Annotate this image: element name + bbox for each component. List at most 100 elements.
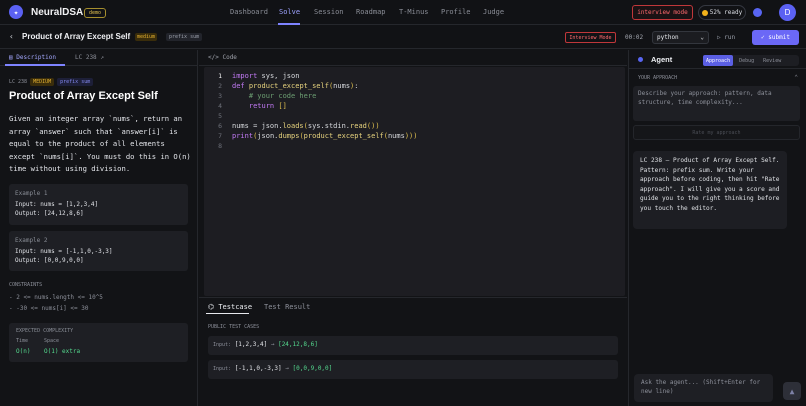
example-title: Example 2 — [15, 237, 48, 244]
tab-test-result[interactable]: Test Result — [264, 303, 310, 311]
submit-label: submit — [768, 34, 790, 41]
avatar[interactable]: D — [779, 4, 796, 21]
active-tab-indicator — [5, 64, 65, 66]
difficulty-badge: medium — [135, 33, 158, 41]
agent-title: Agent — [651, 55, 673, 64]
constraints-title: CONSTRAINTS — [9, 282, 43, 288]
theme-toggle[interactable] — [753, 8, 762, 17]
chat-input[interactable]: Ask the agent... (Shift+Enter for new li… — [634, 374, 773, 402]
problem-meta: LC 238 MEDIUM prefix sum — [9, 78, 94, 86]
problem-id: LC 238 — [9, 79, 28, 85]
problem-toolbar: ‹ Product of Array Except Self medium pr… — [0, 25, 806, 49]
nav-t-minus[interactable]: T-Minus — [399, 8, 429, 16]
code-line: return [] — [248, 102, 287, 110]
line-number: 5 — [218, 112, 222, 120]
check-icon: ✓ — [761, 34, 765, 41]
mode-review[interactable]: Review — [760, 55, 784, 66]
tab-testcase-label: Testcase — [218, 303, 253, 311]
tab-testcase[interactable]: ⌬ Testcase — [208, 303, 252, 311]
code-line: # your code here — [248, 92, 317, 100]
agent-mode-switch: Approach Debug Review — [703, 55, 799, 66]
line-number: 3 — [218, 92, 222, 100]
tab-lc-label: LC 238 — [75, 54, 97, 61]
case-label: Input: — [213, 366, 232, 372]
editor-header: </> Code — [199, 50, 627, 66]
test-case[interactable]: Input: [1,2,3,4] → [24,12,8,6] — [208, 336, 618, 355]
test-case[interactable]: Input: [-1,1,0,-3,3] → [0,0,9,0,0] — [208, 360, 618, 379]
code-line: print(json.dumps(product_except_self(num… — [232, 132, 418, 140]
example-output: Output: [24,12,8,6] — [15, 210, 84, 217]
play-icon: ▷ — [717, 34, 721, 41]
example-title: Example 1 — [15, 190, 48, 197]
demo-badge: demo — [84, 8, 107, 18]
example-input: Input: nums = [-1,1,0,-3,3] — [15, 248, 113, 255]
mode-approach[interactable]: Approach — [703, 55, 734, 66]
active-tab-indicator — [206, 313, 249, 314]
arrow-icon: → — [285, 365, 289, 372]
top-navigation-bar: ✦ NeuralDSA demo Dashboard Solve Session… — [0, 0, 806, 25]
testcase-panel: ⌬ Testcase Test Result PUBLIC TEST CASES… — [199, 297, 627, 406]
problem-title: Product of Array Except Self — [22, 32, 131, 41]
chevron-up-icon[interactable]: ⌃ — [794, 74, 798, 81]
nav-dashboard[interactable]: Dashboard — [230, 8, 268, 16]
time-value: O(n) — [16, 348, 31, 355]
complexity-title: EXPECTED COMPLEXITY — [16, 328, 74, 334]
back-chevron-icon[interactable]: ‹ — [9, 32, 14, 41]
problem-panel: ▤ Description LC 238 ↗ LC 238 MEDIUM pre… — [0, 50, 198, 406]
line-number: 7 — [218, 132, 222, 140]
tab-description[interactable]: ▤ Description — [9, 54, 56, 61]
problem-heading: Product of Array Except Self — [9, 90, 158, 102]
example-output: Output: [0,0,9,0,0] — [15, 257, 84, 264]
your-approach-label: YOUR APPROACH — [638, 75, 678, 81]
line-number: 1 — [218, 72, 222, 80]
example-input: Input: nums = [1,2,3,4] — [15, 201, 99, 208]
timer: 00:02 — [625, 34, 644, 41]
tab-lc-238[interactable]: LC 238 ↗ — [75, 54, 104, 61]
code-editor-panel: </> Code 1 2 3 4 5 6 7 8 import sys, jso… — [199, 50, 627, 296]
readiness-indicator: 52% ready — [698, 5, 746, 20]
problem-description: Given an integer array `nums`, return an… — [9, 114, 191, 174]
agent-status-dot — [638, 57, 643, 62]
example-card: Example 2 Input: nums = [-1,1,0,-3,3] Ou… — [9, 231, 188, 271]
chat-composer: Ask the agent... (Shift+Enter for new li… — [634, 374, 805, 402]
code-line: def product_except_self(nums): — [232, 82, 359, 90]
agent-header: Agent Approach Debug Review — [629, 50, 806, 69]
external-link-icon: ↗ — [100, 54, 104, 61]
nav-judge[interactable]: Judge — [483, 8, 504, 16]
difficulty-tag: MEDIUM — [30, 78, 55, 86]
interview-mode-button[interactable]: interview mode — [632, 5, 693, 20]
code-icon: </> — [208, 54, 219, 61]
rate-approach-button[interactable]: Rate my approach — [633, 125, 800, 140]
send-icon[interactable]: ▲ — [783, 382, 801, 400]
mode-debug[interactable]: Debug — [736, 55, 757, 66]
code-editor[interactable]: 1 2 3 4 5 6 7 8 import sys, json def pro… — [204, 67, 625, 296]
space-label: Space — [44, 338, 60, 344]
case-output: [24,12,8,6] — [278, 341, 318, 348]
your-approach-header[interactable]: YOUR APPROACH ⌃ — [638, 74, 798, 81]
interview-mode-badge: Interview Mode — [565, 32, 616, 43]
arrow-icon: → — [270, 341, 275, 348]
pattern-badge: prefix sum — [166, 33, 203, 41]
nav-solve[interactable]: Solve — [279, 8, 300, 16]
constraints-list: - 2 <= nums.length <= 10^5 - -30 <= nums… — [9, 292, 103, 314]
space-value: O(1) extra — [44, 348, 81, 355]
pattern-tag: prefix sum — [57, 78, 94, 86]
nav-session[interactable]: Session — [314, 8, 344, 16]
run-label: run — [724, 34, 736, 41]
line-number: 8 — [218, 142, 222, 150]
line-number: 4 — [218, 102, 222, 110]
code-title: Code — [222, 54, 237, 61]
tab-description-label: Description — [16, 54, 56, 61]
complexity-card: EXPECTED COMPLEXITY Time Space O(n) O(1)… — [9, 323, 188, 362]
app-name[interactable]: NeuralDSA — [31, 7, 83, 18]
constraint-item: - 2 <= nums.length <= 10^5 — [9, 294, 103, 301]
language-select[interactable]: python ⌄ — [652, 31, 709, 44]
readiness-label: 52% ready — [709, 9, 743, 16]
nav-profile[interactable]: Profile — [441, 8, 471, 16]
neural-icon[interactable]: ✦ — [9, 5, 23, 19]
nav-roadmap[interactable]: Roadmap — [356, 8, 386, 16]
line-number: 2 — [218, 82, 222, 90]
submit-button[interactable]: ✓ submit — [752, 30, 799, 45]
run-button[interactable]: ▷ run — [717, 34, 735, 41]
approach-input[interactable]: Describe your approach: pattern, data st… — [633, 86, 800, 121]
